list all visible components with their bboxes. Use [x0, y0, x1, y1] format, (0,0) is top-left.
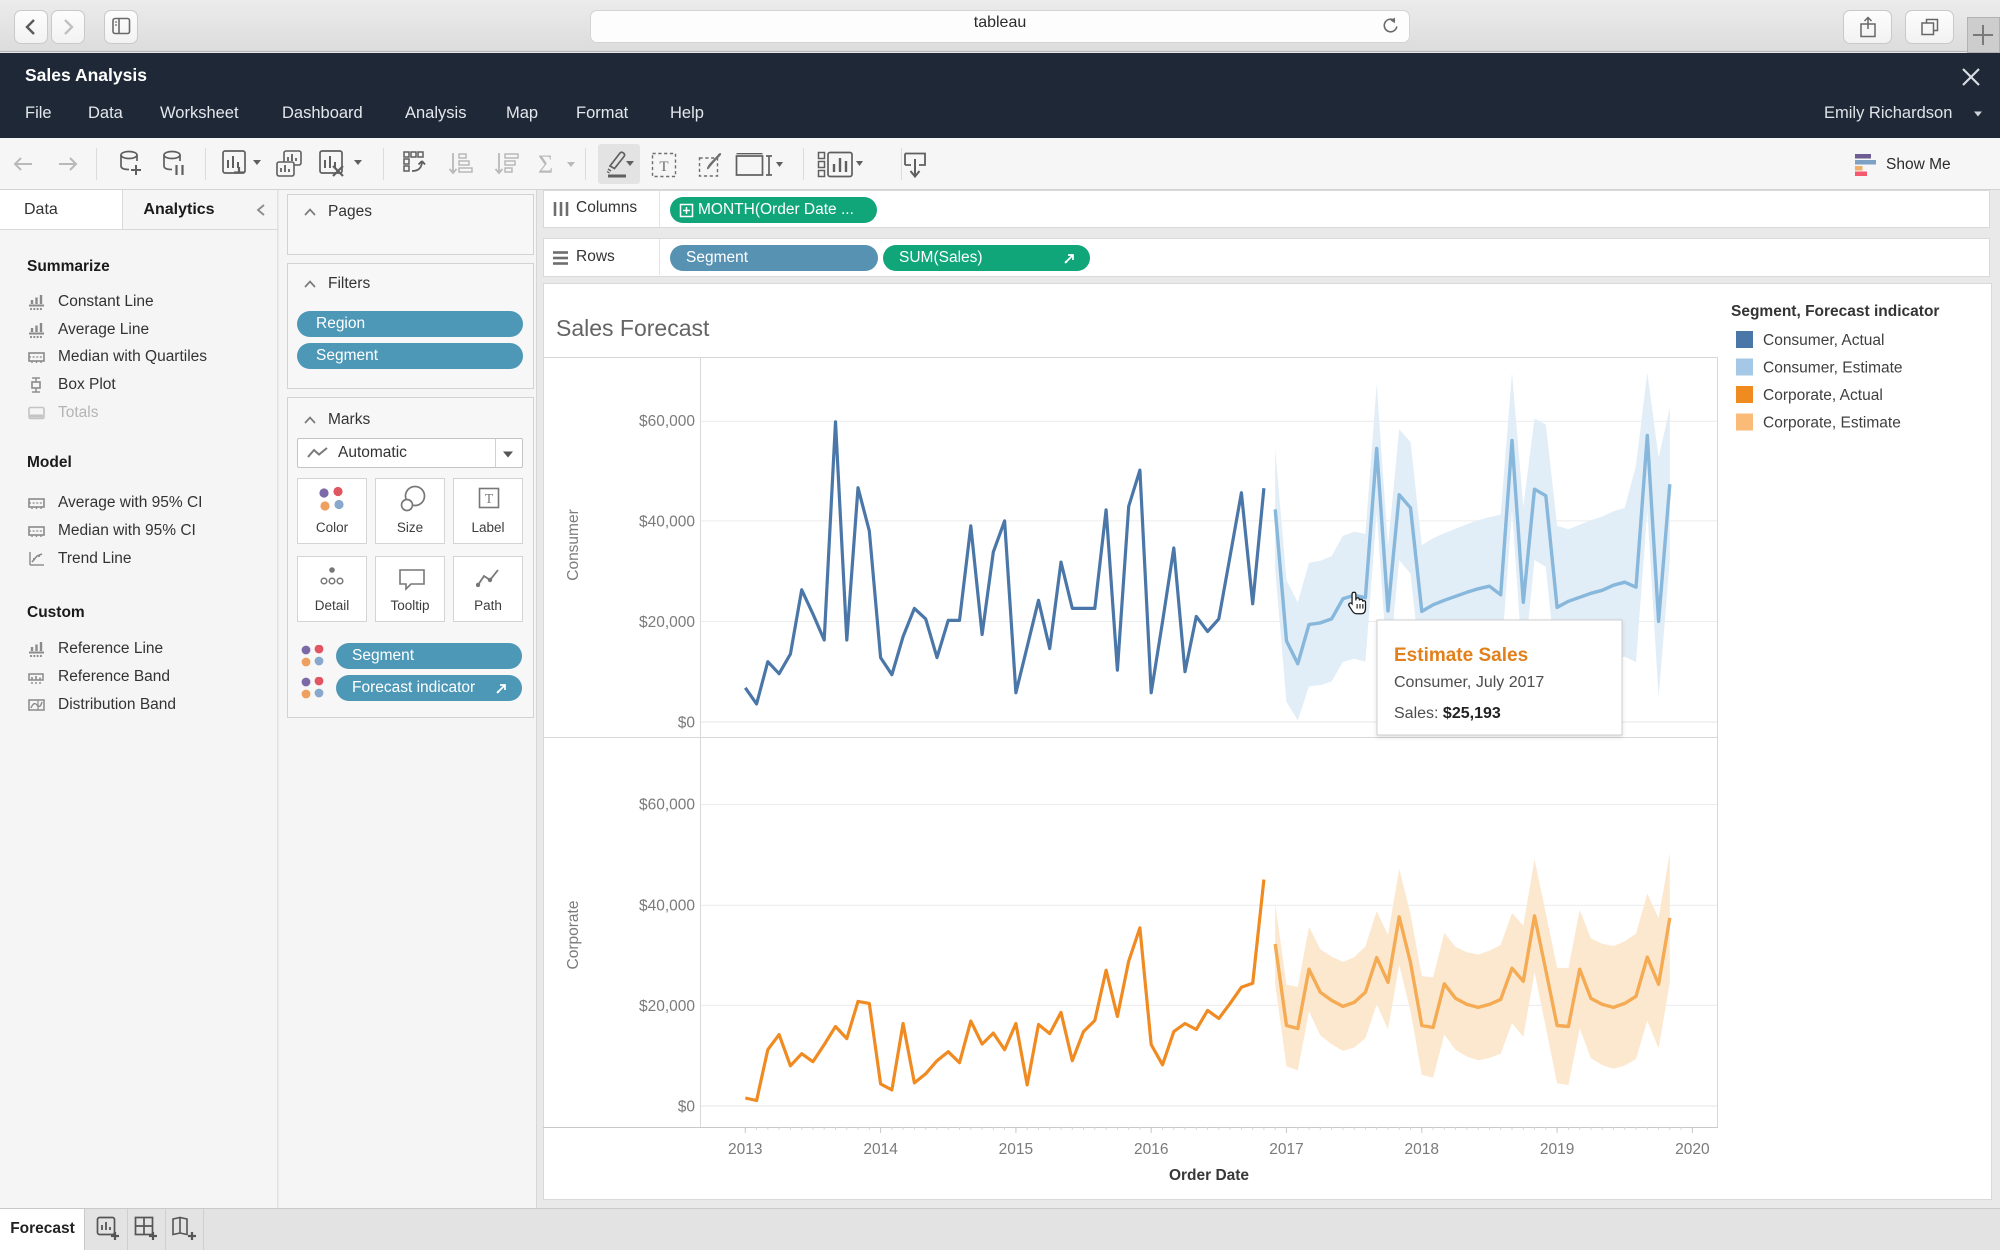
svg-text:Consumer: Consumer: [565, 509, 582, 581]
svg-text:Estimate Sales: Estimate Sales: [1394, 645, 1528, 666]
svg-text:T: T: [659, 159, 668, 175]
svg-text:2017: 2017: [1269, 1141, 1303, 1158]
svg-text:$60,000: $60,000: [639, 413, 695, 430]
svg-text:Sales Forecast: Sales Forecast: [556, 315, 710, 341]
svg-text:2018: 2018: [1405, 1141, 1439, 1158]
svg-text:$40,000: $40,000: [639, 513, 695, 530]
svg-text:Corporate: Corporate: [565, 901, 582, 970]
svg-text:2016: 2016: [1134, 1141, 1168, 1158]
svg-text:Consumer, Actual: Consumer, Actual: [1763, 332, 1884, 349]
svg-text:2013: 2013: [728, 1141, 762, 1158]
svg-text:$20,000: $20,000: [639, 614, 695, 631]
svg-text:Consumer, July 2017: Consumer, July 2017: [1394, 674, 1544, 691]
svg-text:Consumer, Estimate: Consumer, Estimate: [1763, 360, 1903, 377]
svg-text:2019: 2019: [1540, 1141, 1574, 1158]
svg-text:$40,000: $40,000: [639, 897, 695, 914]
svg-text:Segment, Forecast indicator: Segment, Forecast indicator: [1731, 303, 1939, 320]
svg-text:Order Date: Order Date: [1169, 1167, 1249, 1184]
svg-text:Corporate, Actual: Corporate, Actual: [1763, 387, 1883, 404]
svg-text:2020: 2020: [1675, 1141, 1710, 1158]
svg-text:$0: $0: [678, 715, 696, 732]
svg-text:2015: 2015: [999, 1141, 1033, 1158]
svg-text:$60,000: $60,000: [639, 797, 695, 814]
svg-text:2014: 2014: [863, 1141, 898, 1158]
svg-text:Corporate, Estimate: Corporate, Estimate: [1763, 415, 1901, 432]
svg-text:Sales: $25,193: Sales: $25,193: [1394, 705, 1501, 722]
svg-text:$0: $0: [678, 1099, 696, 1116]
svg-text:$20,000: $20,000: [639, 998, 695, 1015]
svg-text:T: T: [485, 491, 494, 506]
